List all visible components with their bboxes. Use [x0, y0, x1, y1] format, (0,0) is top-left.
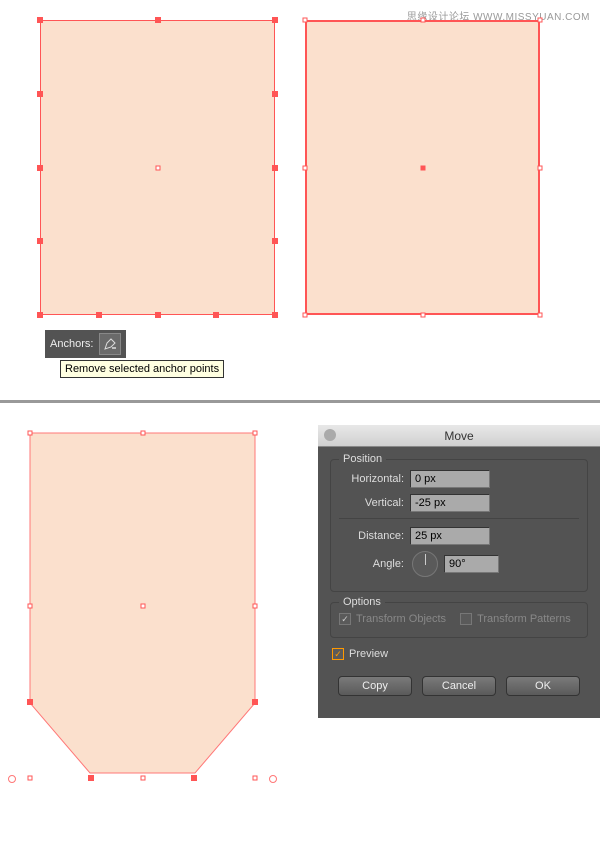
options-group-title: Options — [339, 596, 385, 608]
shape-shield[interactable] — [30, 433, 255, 778]
angle-label: Angle: — [339, 558, 404, 570]
distance-label: Distance: — [339, 530, 404, 542]
shape-left[interactable] — [40, 20, 275, 315]
anchors-toolbar: Anchors: — [45, 330, 126, 358]
transform-patterns-label: Transform Patterns — [477, 613, 571, 625]
horizontal-input[interactable] — [410, 470, 490, 488]
transform-patterns-checkbox — [460, 613, 472, 625]
tooltip: Remove selected anchor points — [60, 360, 224, 378]
vertical-label: Vertical: — [339, 497, 404, 509]
transform-objects-checkbox — [339, 613, 351, 625]
center-point — [420, 165, 425, 170]
copy-button[interactable]: Copy — [338, 676, 412, 696]
remove-anchor-button[interactable] — [99, 333, 121, 355]
horizontal-label: Horizontal: — [339, 473, 404, 485]
vertical-input[interactable] — [410, 494, 490, 512]
dialog-title: Move — [444, 429, 473, 443]
position-group-title: Position — [339, 453, 386, 465]
pen-minus-icon — [103, 337, 117, 351]
transform-objects-label: Transform Objects — [356, 613, 446, 625]
dialog-titlebar[interactable]: Move — [318, 425, 600, 447]
move-dialog: Move Position Horizontal: Vertical: Dist… — [318, 425, 600, 718]
distance-input[interactable] — [410, 527, 490, 545]
options-group: Options Transform Objects Transform Patt… — [330, 602, 588, 638]
top-panel: 思缘设计论坛 WWW.MISSYUAN.COM — [0, 0, 600, 400]
shape-right[interactable] — [305, 20, 540, 315]
preview-label: Preview — [349, 648, 388, 660]
angle-input[interactable] — [444, 555, 499, 573]
preview-checkbox[interactable] — [332, 648, 344, 660]
shapes-row — [20, 20, 580, 315]
anchors-label: Anchors: — [50, 338, 93, 350]
angle-dial[interactable] — [412, 551, 438, 577]
center-point — [140, 603, 145, 608]
center-point — [155, 165, 160, 170]
ok-button[interactable]: OK — [506, 676, 580, 696]
close-icon[interactable] — [324, 429, 336, 441]
cancel-button[interactable]: Cancel — [422, 676, 496, 696]
position-group: Position Horizontal: Vertical: Distance:… — [330, 459, 588, 592]
shape-bottom-area — [0, 403, 300, 855]
